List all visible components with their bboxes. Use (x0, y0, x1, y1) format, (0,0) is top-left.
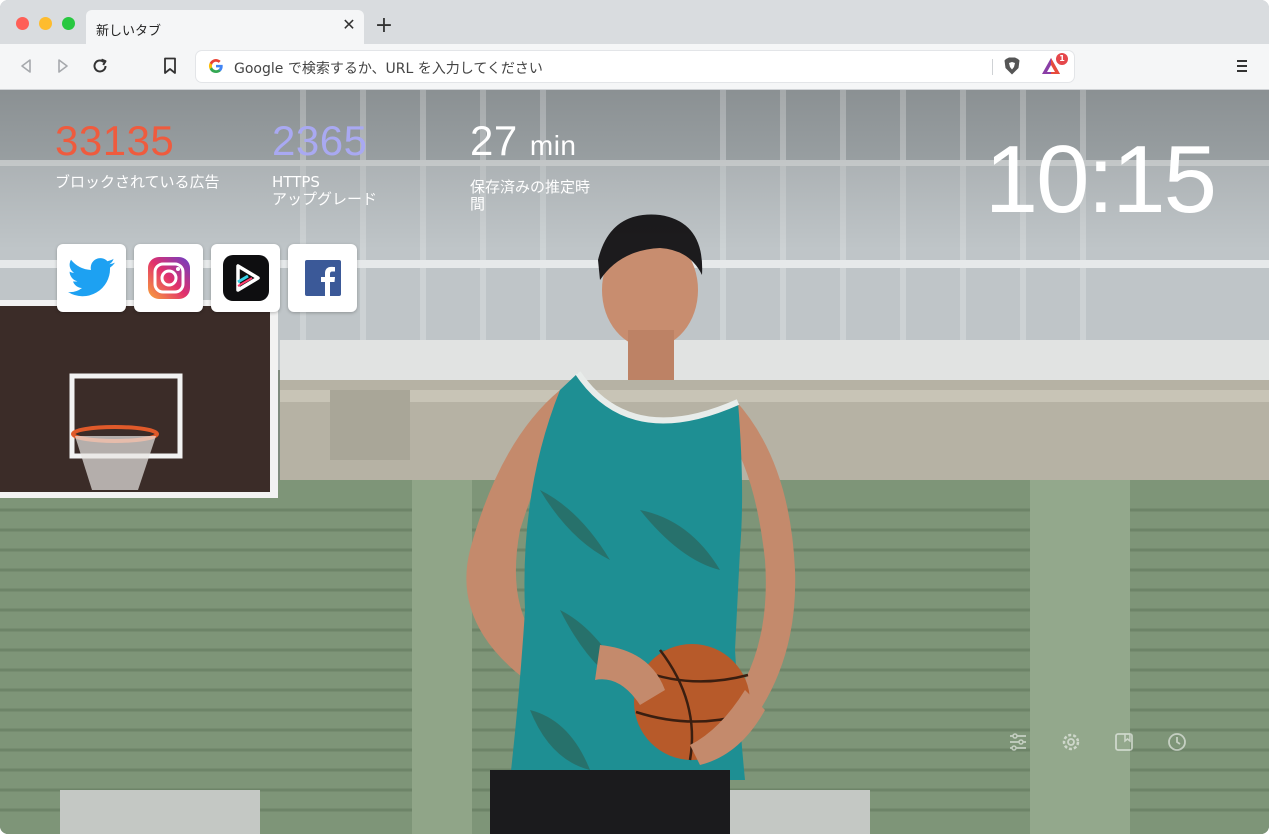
page-controls (1006, 730, 1189, 754)
instagram-icon (147, 257, 190, 299)
brave-shields-icon[interactable] (1001, 55, 1023, 77)
https-upgrades-label-line2: アップグレード (272, 190, 378, 208)
back-button[interactable] (14, 54, 38, 78)
https-upgrades-label-line1: HTTPS (272, 173, 320, 191)
zoom-window-button[interactable] (62, 17, 75, 30)
ads-blocked-stat: 33135 ブロックされている広告 (55, 118, 220, 191)
close-window-button[interactable] (16, 17, 29, 30)
rewards-badge: 1 (1056, 53, 1068, 65)
top-site-app[interactable] (211, 244, 280, 312)
top-sites (57, 244, 357, 312)
google-icon (208, 59, 223, 74)
toolbar: Google で検索するか、URL を入力してください 1 (0, 44, 1269, 90)
reload-icon (93, 58, 107, 73)
address-bar[interactable]: Google で検索するか、URL を入力してください 1 (196, 51, 1074, 82)
tab-title: 新しいタブ (96, 24, 162, 39)
https-upgrades-count: 2365 (272, 117, 368, 164)
top-site-twitter[interactable] (57, 244, 126, 312)
tab-new-tab[interactable]: 新しいタブ ✕ (86, 10, 364, 46)
facebook-icon (304, 260, 341, 296)
time-saved-number: 27 (470, 117, 518, 164)
customize-icon[interactable] (1006, 730, 1030, 754)
time-saved-stat: 27 min 保存済みの推定時 間 (470, 118, 590, 213)
close-tab-icon[interactable]: ✕ (342, 17, 356, 33)
ads-blocked-count: 33135 (55, 117, 175, 164)
settings-icon[interactable] (1059, 730, 1083, 754)
minimize-window-button[interactable] (39, 17, 52, 30)
bookmarks-icon[interactable] (1112, 730, 1136, 754)
reload-button[interactable] (88, 54, 112, 78)
time-saved-label-line2: 間 (470, 195, 486, 213)
ads-blocked-label: ブロックされている広告 (55, 173, 220, 191)
clock: 10:15 (984, 126, 1217, 233)
time-saved-unit: min (529, 130, 577, 161)
time-saved-label: 保存済みの推定時 間 (470, 179, 590, 213)
address-bar-placeholder: Google で検索するか、URL を入力してください (234, 61, 543, 77)
play-app-icon (222, 255, 269, 301)
tab-strip: 新しいタブ ✕ + (0, 0, 1269, 46)
menu-icon[interactable] (1234, 57, 1250, 75)
history-icon[interactable] (1165, 730, 1189, 754)
twitter-icon (67, 258, 115, 297)
top-site-instagram[interactable] (134, 244, 203, 312)
time-saved-label-line1: 保存済みの推定時 (470, 178, 591, 196)
browser-window: 新しいタブ ✕ + Google で検索するか、URL を入力してください 1 … (0, 0, 1269, 834)
bookmark-icon (164, 57, 176, 74)
new-tab-page: 33135 ブロックされている広告 2365 HTTPS アップグレード 27 … (0, 90, 1269, 834)
back-icon (21, 59, 31, 73)
forward-button[interactable] (51, 54, 75, 78)
address-bar-divider (992, 59, 993, 75)
https-upgrades-label: HTTPS アップグレード (272, 174, 377, 208)
forward-icon (58, 59, 68, 73)
new-tab-button[interactable]: + (374, 15, 394, 37)
time-saved-value: 27 min (470, 118, 590, 169)
https-upgrades-stat: 2365 HTTPS アップグレード (272, 118, 377, 208)
top-site-facebook[interactable] (288, 244, 357, 312)
bookmark-button[interactable] (158, 54, 182, 78)
